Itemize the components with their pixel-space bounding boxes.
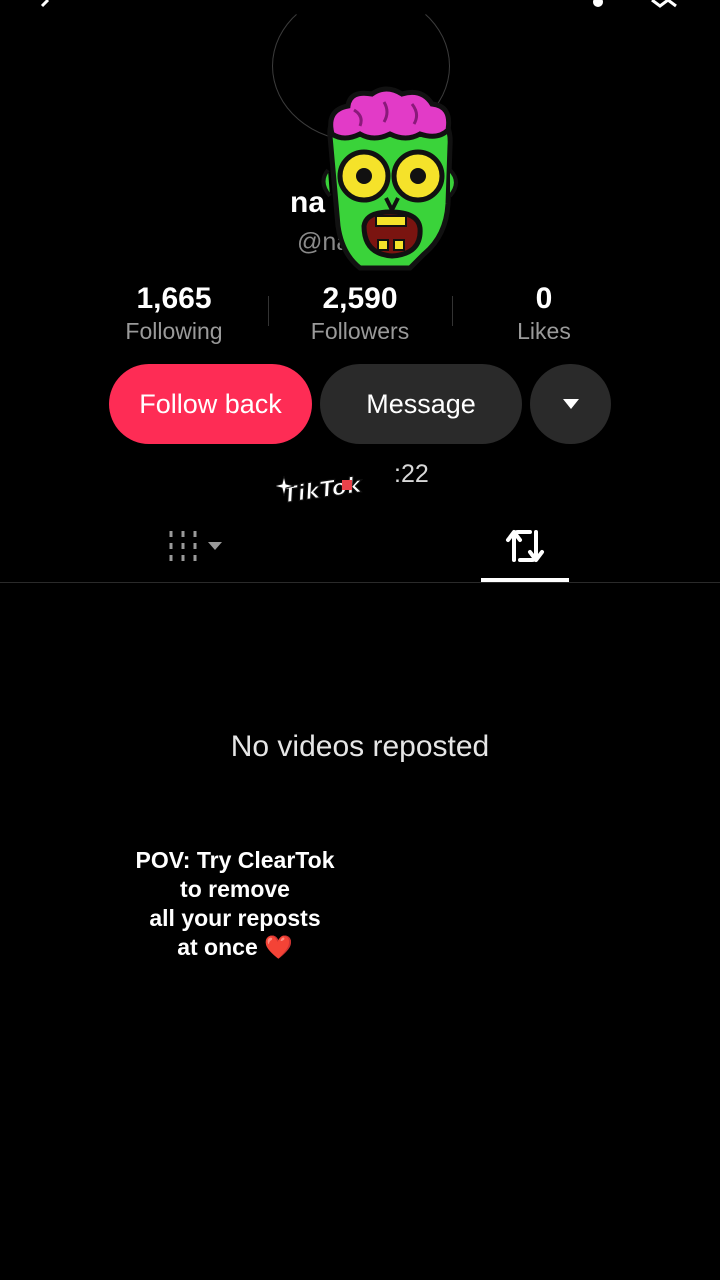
followers-count: 2,590 <box>322 282 398 315</box>
tiktok-logo-sticker-icon: TikTok <box>276 472 365 506</box>
notification-icon[interactable] <box>580 0 620 14</box>
stat-likes[interactable]: 0 Likes <box>452 282 636 345</box>
tab-divider <box>0 582 720 583</box>
follow-back-button[interactable]: Follow back <box>109 364 312 444</box>
caption-line-2: to remove <box>180 876 290 902</box>
caption-line-4: at once ❤️ <box>110 933 360 962</box>
likes-count: 0 <box>535 282 553 315</box>
tab-videos[interactable] <box>166 528 226 564</box>
caption-line-4-text: at once <box>177 934 258 960</box>
grid-icon <box>169 531 222 561</box>
caret-down-icon <box>562 399 579 409</box>
joined-date-text: :22 <box>394 460 429 488</box>
heart-emoji: ❤️ <box>264 934 293 960</box>
repost-icon <box>506 530 544 562</box>
more-options-button[interactable] <box>530 364 611 444</box>
tab-reposts[interactable] <box>500 524 550 568</box>
stat-followers[interactable]: 2,590 Followers <box>268 282 452 345</box>
following-count: 1,665 <box>136 282 212 315</box>
back-icon[interactable] <box>30 0 70 14</box>
likes-label: Likes <box>517 318 571 344</box>
share-icon[interactable] <box>648 0 688 14</box>
zombie-sticker-icon <box>321 86 458 271</box>
stat-following[interactable]: 1,665 Following <box>82 282 266 345</box>
overlay-caption: POV: Try ClearTok to remove all your rep… <box>110 846 360 962</box>
empty-state-title: No videos reposted <box>230 730 490 763</box>
caption-line-3: all your reposts <box>149 905 321 931</box>
followers-label: Followers <box>310 318 410 344</box>
active-tab-indicator <box>481 578 569 582</box>
caption-line-1: POV: Try ClearTok <box>135 847 335 873</box>
message-button[interactable]: Message <box>320 364 522 444</box>
following-label: Following <box>125 318 223 344</box>
